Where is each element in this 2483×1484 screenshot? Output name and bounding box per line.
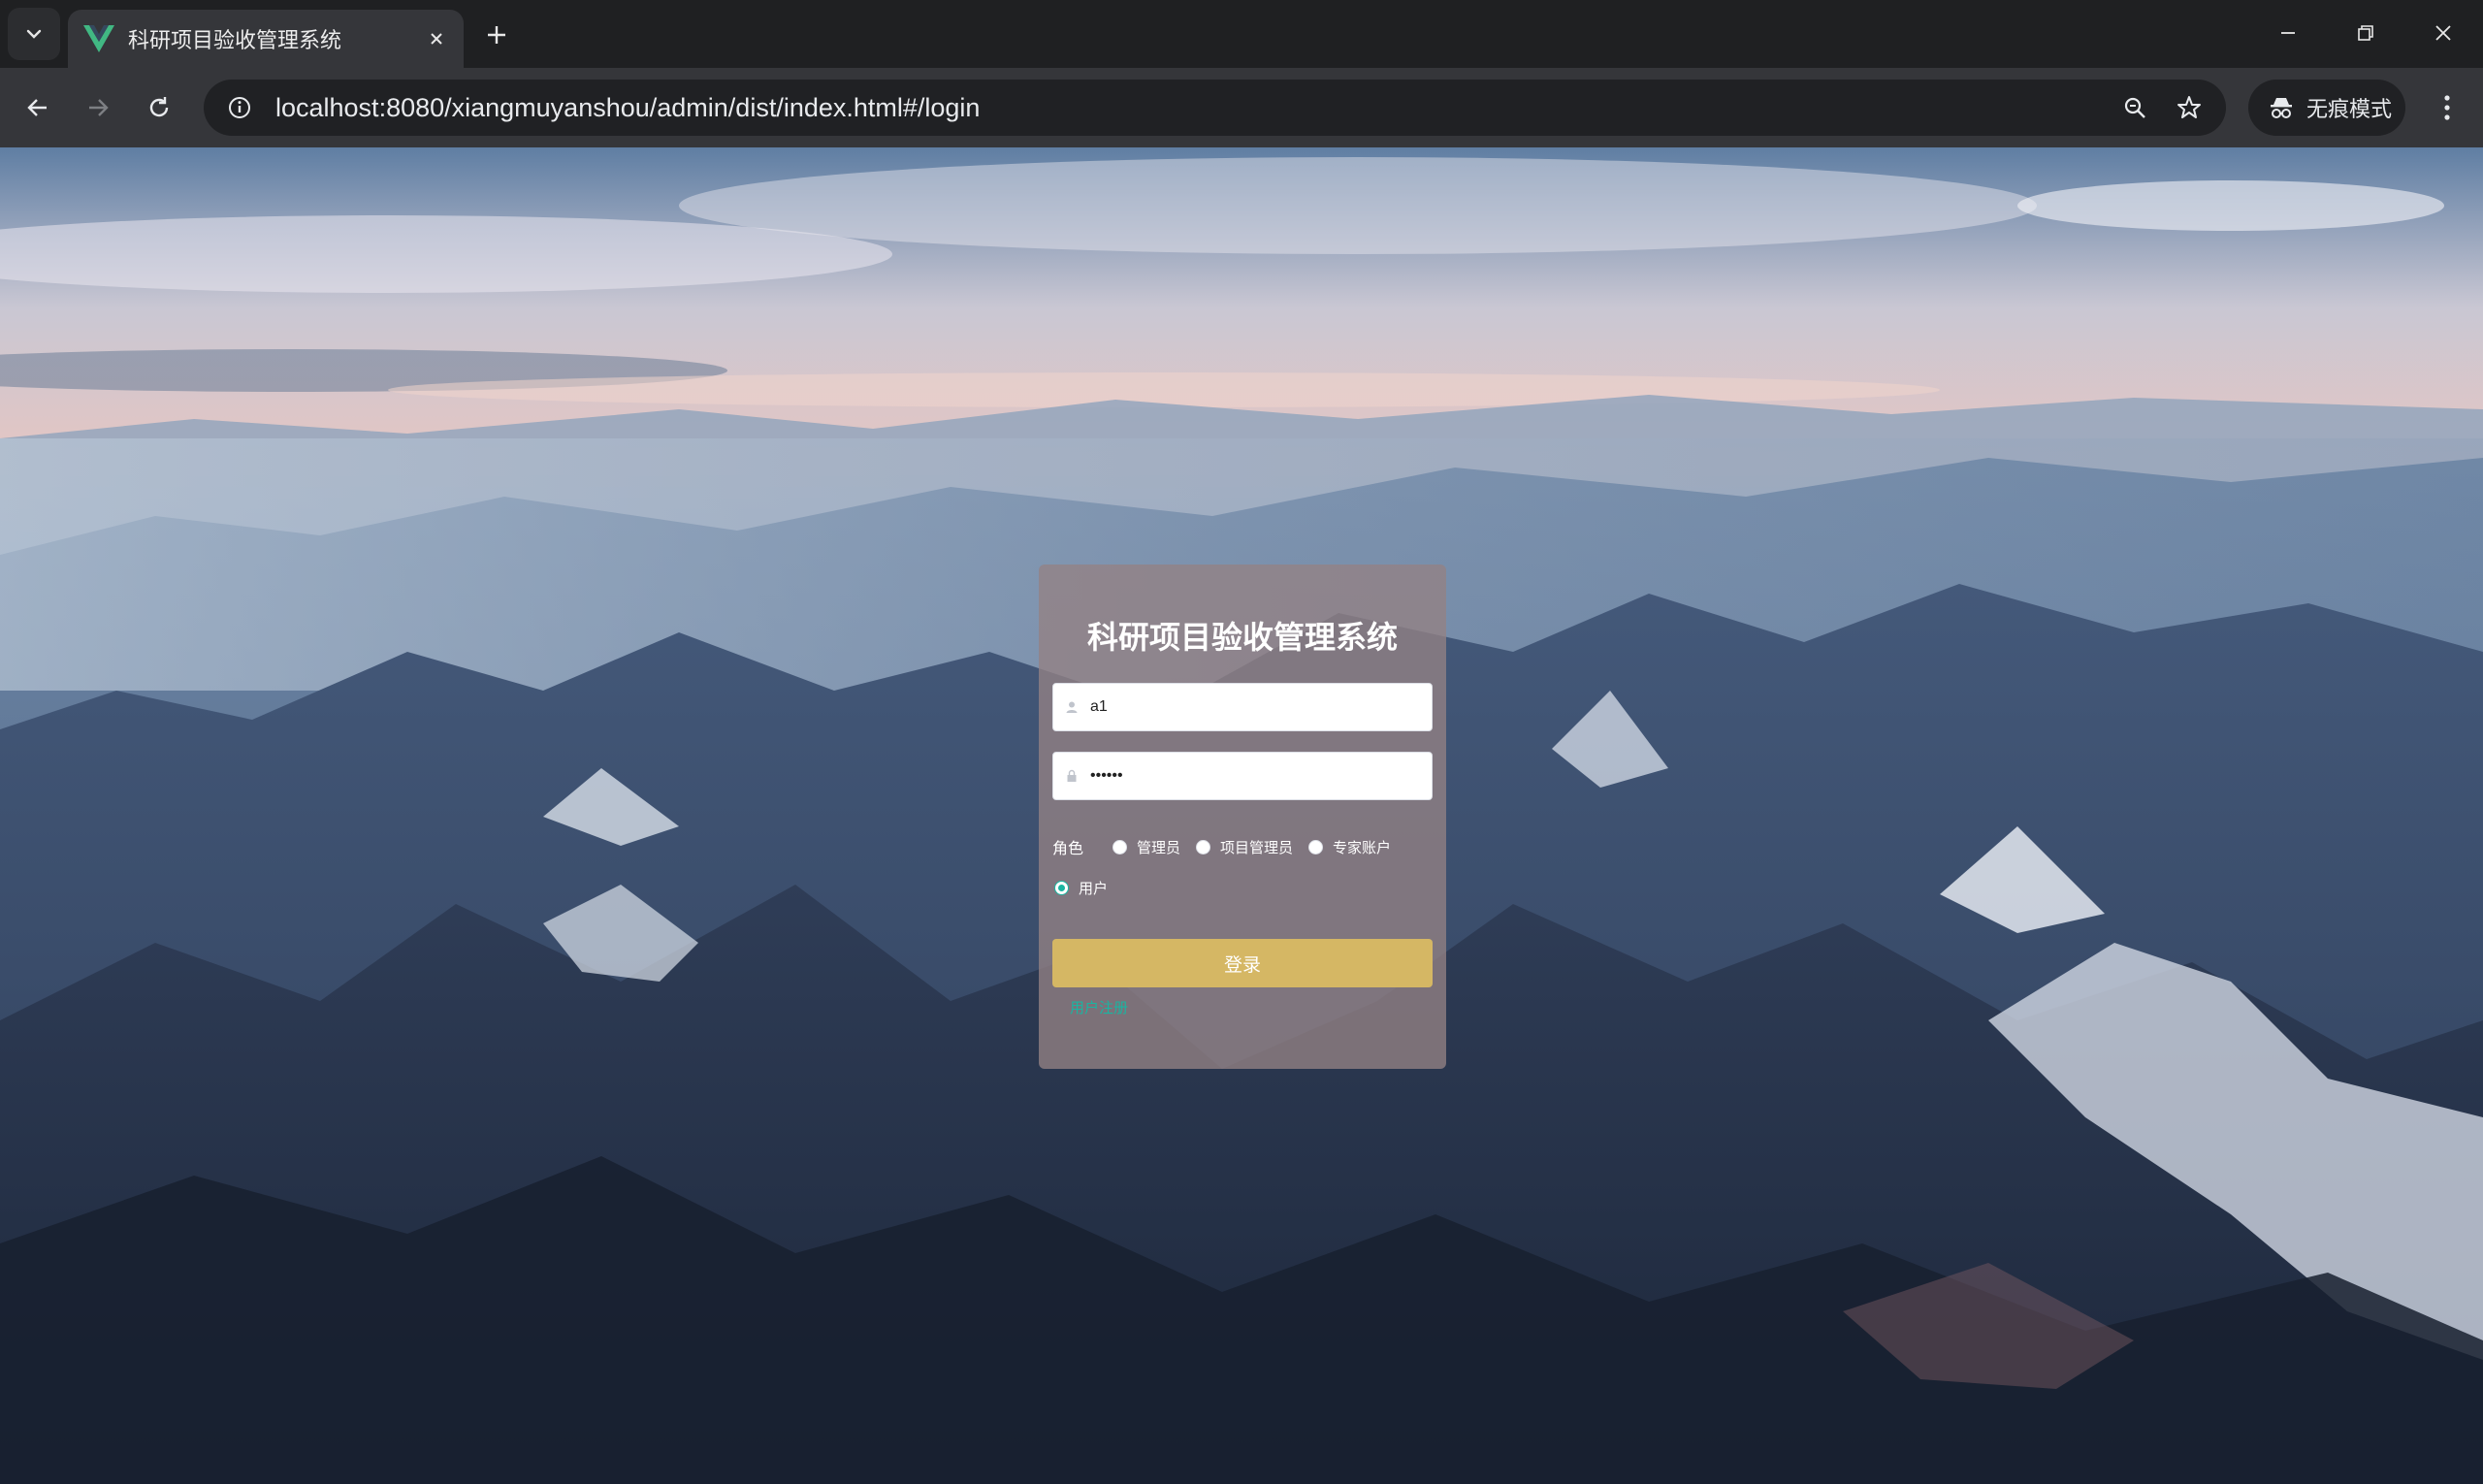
password-field[interactable] — [1052, 752, 1433, 800]
role-option-admin[interactable]: 管理员 — [1113, 837, 1180, 857]
bookmark-button[interactable] — [2162, 81, 2216, 135]
minimize-icon — [2281, 32, 2295, 34]
radio-icon[interactable] — [1308, 839, 1324, 855]
role-option-label: 项目管理员 — [1220, 838, 1294, 856]
tab-title: 科研项目验收管理系统 — [128, 29, 342, 53]
role-selector-row-2: 用户 — [1052, 875, 1440, 900]
radio-checked-icon[interactable] — [1054, 880, 1069, 895]
role-label: 角色 — [1052, 839, 1084, 857]
minimize-button[interactable] — [2254, 6, 2322, 60]
username-input[interactable] — [1088, 697, 1412, 717]
close-icon — [431, 33, 442, 45]
zoom-icon — [2124, 97, 2145, 118]
radio-icon[interactable] — [1113, 839, 1128, 855]
register-link[interactable]: 用户注册 — [1070, 997, 1128, 1017]
role-option-label: 用户 — [1079, 879, 1109, 897]
restore-icon — [2358, 25, 2373, 41]
role-option-label: 管理员 — [1137, 838, 1181, 856]
arrow-left-icon — [27, 99, 47, 116]
role-option-project-admin[interactable]: 项目管理员 — [1196, 837, 1293, 857]
password-input[interactable] — [1088, 766, 1412, 786]
user-icon — [1066, 701, 1078, 713]
star-icon — [2177, 96, 2201, 118]
vue-logo-icon — [83, 25, 114, 52]
browser-toolbar: localhost:8080/xiangmuyanshou/admin/dist… — [0, 68, 2483, 147]
incognito-label: 无痕模式 — [2306, 98, 2393, 122]
login-card: 科研项目验收管理系统 角色 管理员 项目管理员 专家账户 — [1039, 565, 1446, 1069]
username-field[interactable] — [1052, 683, 1433, 731]
lock-icon — [1067, 769, 1077, 782]
active-tab[interactable]: 科研项目验收管理系统 — [68, 10, 464, 68]
login-button[interactable]: 登录 — [1052, 939, 1433, 987]
forward-button[interactable] — [74, 83, 122, 132]
incognito-indicator[interactable]: 无痕模式 — [2248, 80, 2405, 136]
system-title: 科研项目验收管理系统 — [1086, 619, 1398, 656]
role-option-expert[interactable]: 专家账户 — [1308, 837, 1391, 857]
incognito-icon — [2271, 98, 2292, 118]
new-tab-button[interactable] — [475, 14, 518, 56]
role-selector: 角色 管理员 项目管理员 专家账户 — [1052, 834, 1440, 859]
role-option-label: 专家账户 — [1333, 838, 1392, 856]
radio-icon[interactable] — [1196, 839, 1211, 855]
plus-icon — [488, 26, 505, 44]
reload-button[interactable] — [135, 83, 183, 132]
address-bar[interactable]: localhost:8080/xiangmuyanshou/admin/dist… — [204, 80, 2226, 136]
window-close-button[interactable] — [2409, 6, 2477, 60]
close-icon — [2435, 25, 2451, 41]
chevron-down-icon — [26, 29, 42, 39]
url-text[interactable]: localhost:8080/xiangmuyanshou/admin/dist… — [275, 93, 2108, 123]
more-vertical-icon — [2444, 95, 2450, 120]
tab-strip: 科研项目验收管理系统 — [0, 0, 2483, 68]
role-option-user[interactable]: 用户 — [1054, 878, 1108, 898]
info-icon — [229, 97, 250, 118]
restore-button[interactable] — [2332, 6, 2400, 60]
zoom-button[interactable] — [2108, 81, 2162, 135]
tab-search-button[interactable] — [8, 8, 60, 60]
browser-menu-button[interactable] — [2423, 83, 2471, 132]
reload-icon — [149, 97, 169, 117]
tab-close-button[interactable] — [417, 19, 456, 58]
page-viewport: 科研项目验收管理系统 角色 管理员 项目管理员 专家账户 — [0, 147, 2483, 1484]
arrow-right-icon — [89, 99, 109, 116]
site-info-button[interactable] — [211, 80, 268, 136]
back-button[interactable] — [14, 83, 62, 132]
